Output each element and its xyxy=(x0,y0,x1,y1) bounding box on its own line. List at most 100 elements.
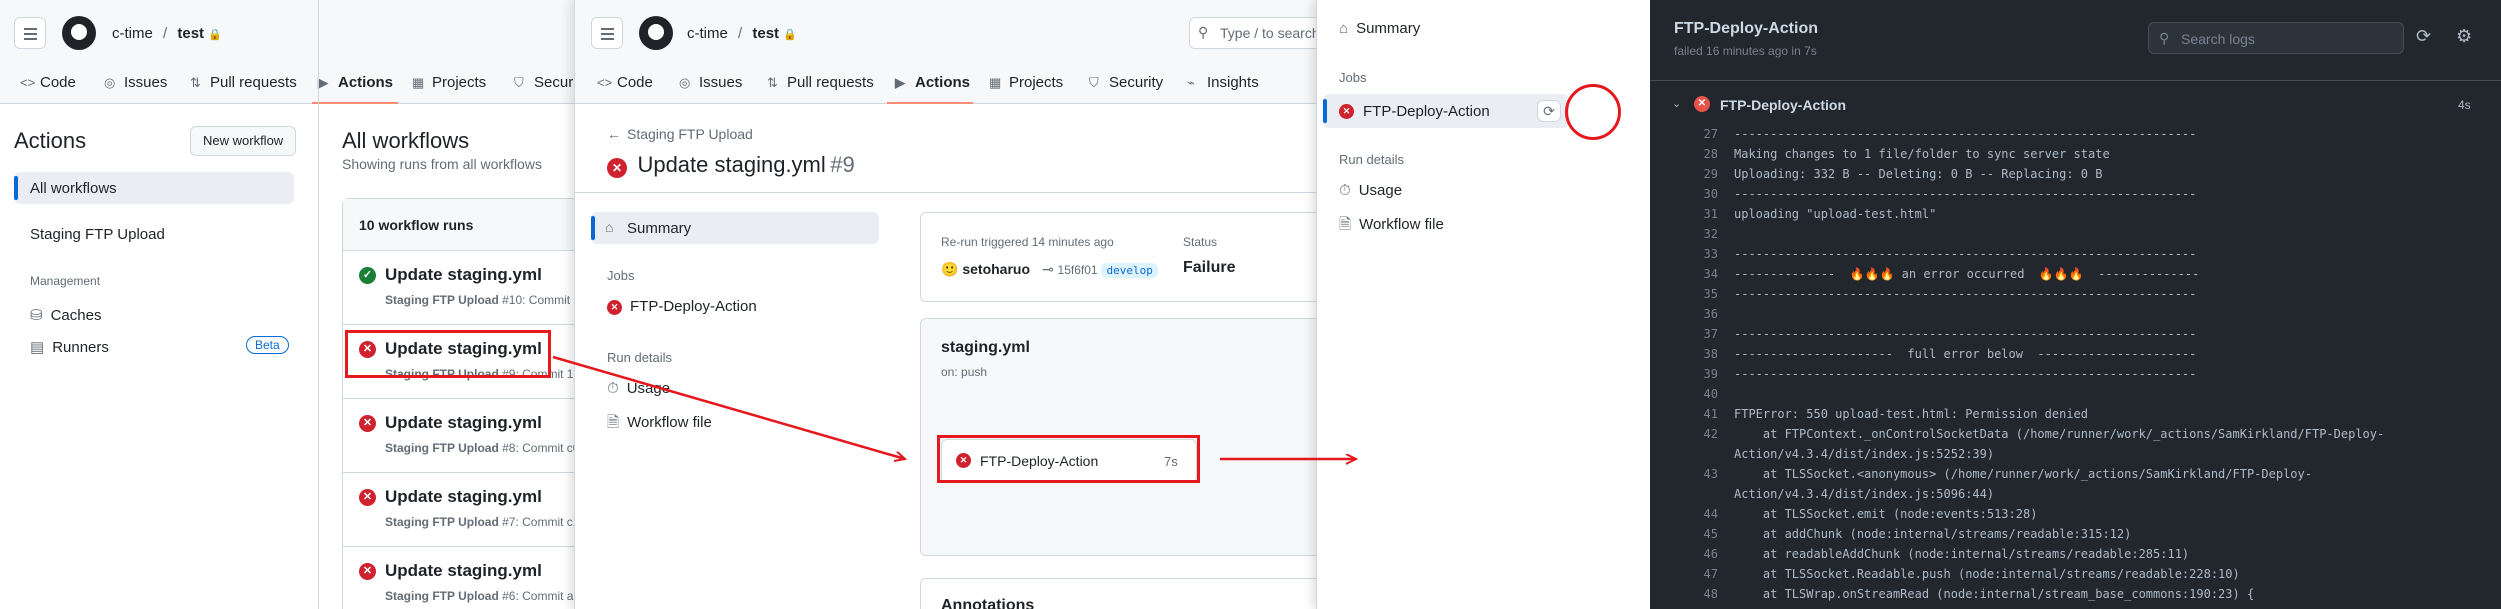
log-line: 40 xyxy=(1650,384,2501,404)
divider xyxy=(318,0,319,609)
sidebar-item-summary[interactable]: ⌂ Summary xyxy=(1339,20,1420,37)
log-line: Action/v4.3.4/dist/index.js:5096:44) xyxy=(1650,484,2501,504)
log-line: 47 at TLSSocket.Readable.push (node:inte… xyxy=(1650,564,2501,584)
line-text: at TLSSocket.Readable.push (node:interna… xyxy=(1734,567,2240,581)
stopwatch-icon: ⏱ xyxy=(607,380,619,397)
log-search-input[interactable]: ⚲ Search logs xyxy=(2148,22,2404,54)
line-number: 33 xyxy=(1703,247,1718,261)
sidebar-item-workflow-file[interactable]: 🗎 Workflow file xyxy=(607,412,712,437)
log-line: 30 --------------------------------------… xyxy=(1650,184,2501,204)
run-heading: ✕ Update staging.yml #9 xyxy=(607,152,855,178)
line-text: ---------------------- full error below … xyxy=(1734,347,2197,361)
github-logo-icon[interactable] xyxy=(639,16,673,50)
tab-issues[interactable]: ◎ Issues xyxy=(104,74,167,91)
page-subtitle: Showing runs from all workflows xyxy=(342,156,542,172)
log-output: 27 --------------------------------------… xyxy=(1650,124,2501,609)
tab-security[interactable]: ⛉ Security xyxy=(1089,74,1163,91)
breadcrumb-repo[interactable]: test xyxy=(177,25,204,42)
line-text: at FTPContext._onControlSocketData (/hom… xyxy=(1734,427,2385,441)
top-header: c-time / test 🔒 xyxy=(0,0,590,64)
sidebar-item-usage[interactable]: ⏱ Usage xyxy=(607,380,670,397)
sidebar-title: Actions xyxy=(14,128,87,153)
tab-code[interactable]: <> Code xyxy=(20,74,76,91)
menu-button[interactable] xyxy=(14,17,46,49)
line-number: 35 xyxy=(1703,287,1718,301)
run-title[interactable]: Update staging.yml xyxy=(385,265,542,285)
sidebar-item-summary[interactable]: ⌂ Summary xyxy=(591,212,879,244)
line-text: ----------------------------------------… xyxy=(1734,287,2197,301)
tab-security[interactable]: ⛉ Securi xyxy=(514,74,577,91)
tab-code[interactable]: <> Code xyxy=(597,74,653,91)
branch-badge[interactable]: develop xyxy=(1101,263,1158,278)
rerun-job-button[interactable]: ⟳ xyxy=(1537,100,1561,122)
line-text: ----------------------------------------… xyxy=(1734,247,2197,261)
gear-icon[interactable]: ⚙ xyxy=(2456,26,2472,47)
sidebar-item-usage[interactable]: ⏱ Usage xyxy=(1339,182,1402,199)
active-tab-underline xyxy=(312,102,398,104)
table-row[interactable]: ✕ Update staging.yml Staging FTP Upload … xyxy=(343,399,590,473)
sidebar-item-runners[interactable]: ▤ Runners xyxy=(30,338,109,356)
log-line: 27 --------------------------------------… xyxy=(1650,124,2501,144)
run-title: Update staging.yml xyxy=(637,152,826,177)
sidebar-item-job[interactable]: ✕ FTP-Deploy-Action xyxy=(607,298,757,315)
log-line: 35 --------------------------------------… xyxy=(1650,284,2501,304)
line-text: at TLSSocket.<anonymous> (/home/runner/w… xyxy=(1734,467,2312,481)
user-link[interactable]: setoharuo xyxy=(962,261,1030,277)
run-title[interactable]: Update staging.yml xyxy=(385,487,542,507)
tab-actions[interactable]: ▶ Actions xyxy=(895,74,970,91)
job-sidebar-panel: ⌂ Summary Jobs ✕ FTP-Deploy-Action ⟳ Run … xyxy=(1316,0,1650,609)
table-row[interactable]: ✓ Update staging.yml Staging FTP Upload … xyxy=(343,251,590,325)
table-row[interactable]: ✕ Update staging.yml Staging FTP Upload … xyxy=(343,473,590,547)
tab-pull-requests[interactable]: ⇅ Pull requests xyxy=(767,74,874,91)
table-row[interactable]: ✕ Update staging.yml Staging FTP Upload … xyxy=(343,547,590,609)
sidebar-item-staging-ftp-upload[interactable]: Staging FTP Upload xyxy=(30,226,165,243)
active-tab-underline xyxy=(887,102,973,104)
breadcrumb-owner[interactable]: c-time xyxy=(687,25,728,42)
avatar: 🙂 xyxy=(941,261,959,277)
active-indicator xyxy=(14,176,18,200)
log-line: 37 --------------------------------------… xyxy=(1650,324,2501,344)
log-line: 44 at TLSSocket.emit (node:events:513:28… xyxy=(1650,504,2501,524)
new-workflow-button[interactable]: New workflow xyxy=(190,126,297,156)
line-text: at addChunk (node:internal/streams/reada… xyxy=(1734,527,2132,541)
run-subtitle: Staging FTP Upload #6: Commit a3e xyxy=(385,589,587,603)
search-icon: ⚲ xyxy=(1198,24,1209,40)
sidebar-item-workflow-file[interactable]: 🗎 Workflow file xyxy=(1339,214,1444,239)
menu-button[interactable] xyxy=(591,17,623,49)
highlight-box xyxy=(345,330,551,378)
tab-pull-requests[interactable]: ⇅ Pull requests xyxy=(190,74,297,91)
run-title[interactable]: Update staging.yml xyxy=(385,413,542,433)
tab-actions[interactable]: ▶ Actions xyxy=(318,74,393,91)
failure-icon: ✕ xyxy=(607,157,627,178)
status-value: Failure xyxy=(1183,259,1236,276)
trigger-text: Re-run triggered 14 minutes ago xyxy=(941,235,1114,249)
tab-projects[interactable]: ▦ Projects xyxy=(989,74,1063,91)
tab-projects[interactable]: ▦ Projects xyxy=(412,74,486,91)
log-line: 41 FTPError: 550 upload-test.html: Permis… xyxy=(1650,404,2501,424)
active-indicator xyxy=(1323,99,1327,123)
log-line: 28 Making changes to 1 file/folder to syn… xyxy=(1650,144,2501,164)
status-label: Status xyxy=(1183,235,1218,249)
commit-icon: ⊸ xyxy=(1041,261,1054,277)
refresh-icon[interactable]: ⟳ xyxy=(2416,26,2431,47)
commit-sha[interactable]: 15f6f01 xyxy=(1058,263,1098,277)
sidebar-item-caches[interactable]: ⛁ Caches xyxy=(30,306,101,324)
job-subtitle: failed 16 minutes ago in 7s xyxy=(1674,44,1817,58)
line-number: 48 xyxy=(1703,587,1718,601)
tab-insights[interactable]: ⌁ Insights xyxy=(1187,74,1259,91)
breadcrumb-repo[interactable]: test xyxy=(752,25,779,42)
github-logo-icon[interactable] xyxy=(62,16,96,50)
run-title[interactable]: Update staging.yml xyxy=(385,561,542,581)
log-step-header[interactable]: ⌄ ✕ FTP-Deploy-Action 4s xyxy=(1650,90,2501,120)
tab-issues[interactable]: ◎ Issues xyxy=(679,74,742,91)
sidebar-item-job[interactable]: ✕ FTP-Deploy-Action ⟳ xyxy=(1323,94,1569,128)
home-icon: ⌂ xyxy=(605,219,614,235)
back-link[interactable]: ← Staging FTP Upload xyxy=(607,126,753,142)
line-text: Making changes to 1 file/folder to sync … xyxy=(1734,147,2110,161)
breadcrumb-owner[interactable]: c-time xyxy=(112,25,153,42)
breadcrumb: c-time / test 🔒 xyxy=(112,25,222,42)
sidebar-item-all-workflows[interactable]: All workflows xyxy=(14,172,294,204)
log-viewer-panel: FTP-Deploy-Action failed 16 minutes ago … xyxy=(1650,0,2501,609)
log-line: 39 --------------------------------------… xyxy=(1650,364,2501,384)
search-input[interactable]: ⚲ Type / to search xyxy=(1189,17,1316,49)
